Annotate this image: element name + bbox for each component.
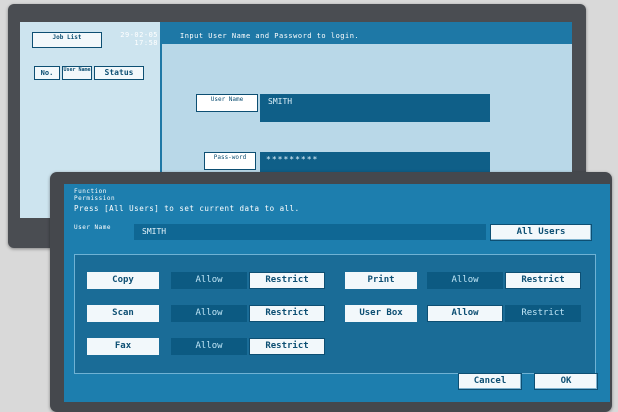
copy-allow-button[interactable]: Allow [171, 272, 247, 289]
user-box-restrict-button[interactable]: Restrict [505, 305, 581, 322]
copy-label: Copy [87, 272, 159, 289]
cancel-button[interactable]: Cancel [458, 373, 522, 390]
user-box-label: User Box [345, 305, 417, 322]
user-box-allow-button[interactable]: Allow [427, 305, 503, 322]
login-instruction: Input User Name and Password to login. [180, 32, 360, 40]
dialog-title: Function Permission [74, 188, 116, 202]
scan-label: Scan [87, 305, 159, 322]
fax-restrict-button[interactable]: Restrict [249, 338, 325, 355]
print-label: Print [345, 272, 417, 289]
column-header-no: No. [34, 66, 60, 80]
all-users-button[interactable]: All Users [490, 224, 592, 241]
print-restrict-button[interactable]: Restrict [505, 272, 581, 289]
fax-allow-button[interactable]: Allow [171, 338, 247, 355]
dialog-instruction: Press [All Users] to set current data to… [74, 204, 300, 213]
dialog-user-name-label: User Name [74, 224, 112, 231]
function-permission-dialog: Function Permission Press [All Users] to… [64, 184, 610, 402]
ok-button[interactable]: OK [534, 373, 598, 390]
column-header-user-name: User Name [62, 66, 92, 80]
user-name-field[interactable]: SMITH [260, 94, 490, 122]
fax-label: Fax [87, 338, 159, 355]
copy-restrict-button[interactable]: Restrict [249, 272, 325, 289]
print-allow-button[interactable]: Allow [427, 272, 503, 289]
permission-panel: Copy Allow Restrict Print Allow Restrict… [74, 254, 596, 374]
column-header-status: Status [94, 66, 144, 80]
password-label: Pass-word [204, 152, 256, 170]
dialog-user-name-value: SMITH [134, 224, 486, 240]
scan-restrict-button[interactable]: Restrict [249, 305, 325, 322]
datetime-display: 29-02-05 17:58 [120, 31, 158, 47]
job-list-button[interactable]: Job List [32, 32, 102, 48]
scan-allow-button[interactable]: Allow [171, 305, 247, 322]
user-name-label: User Name [196, 94, 258, 112]
